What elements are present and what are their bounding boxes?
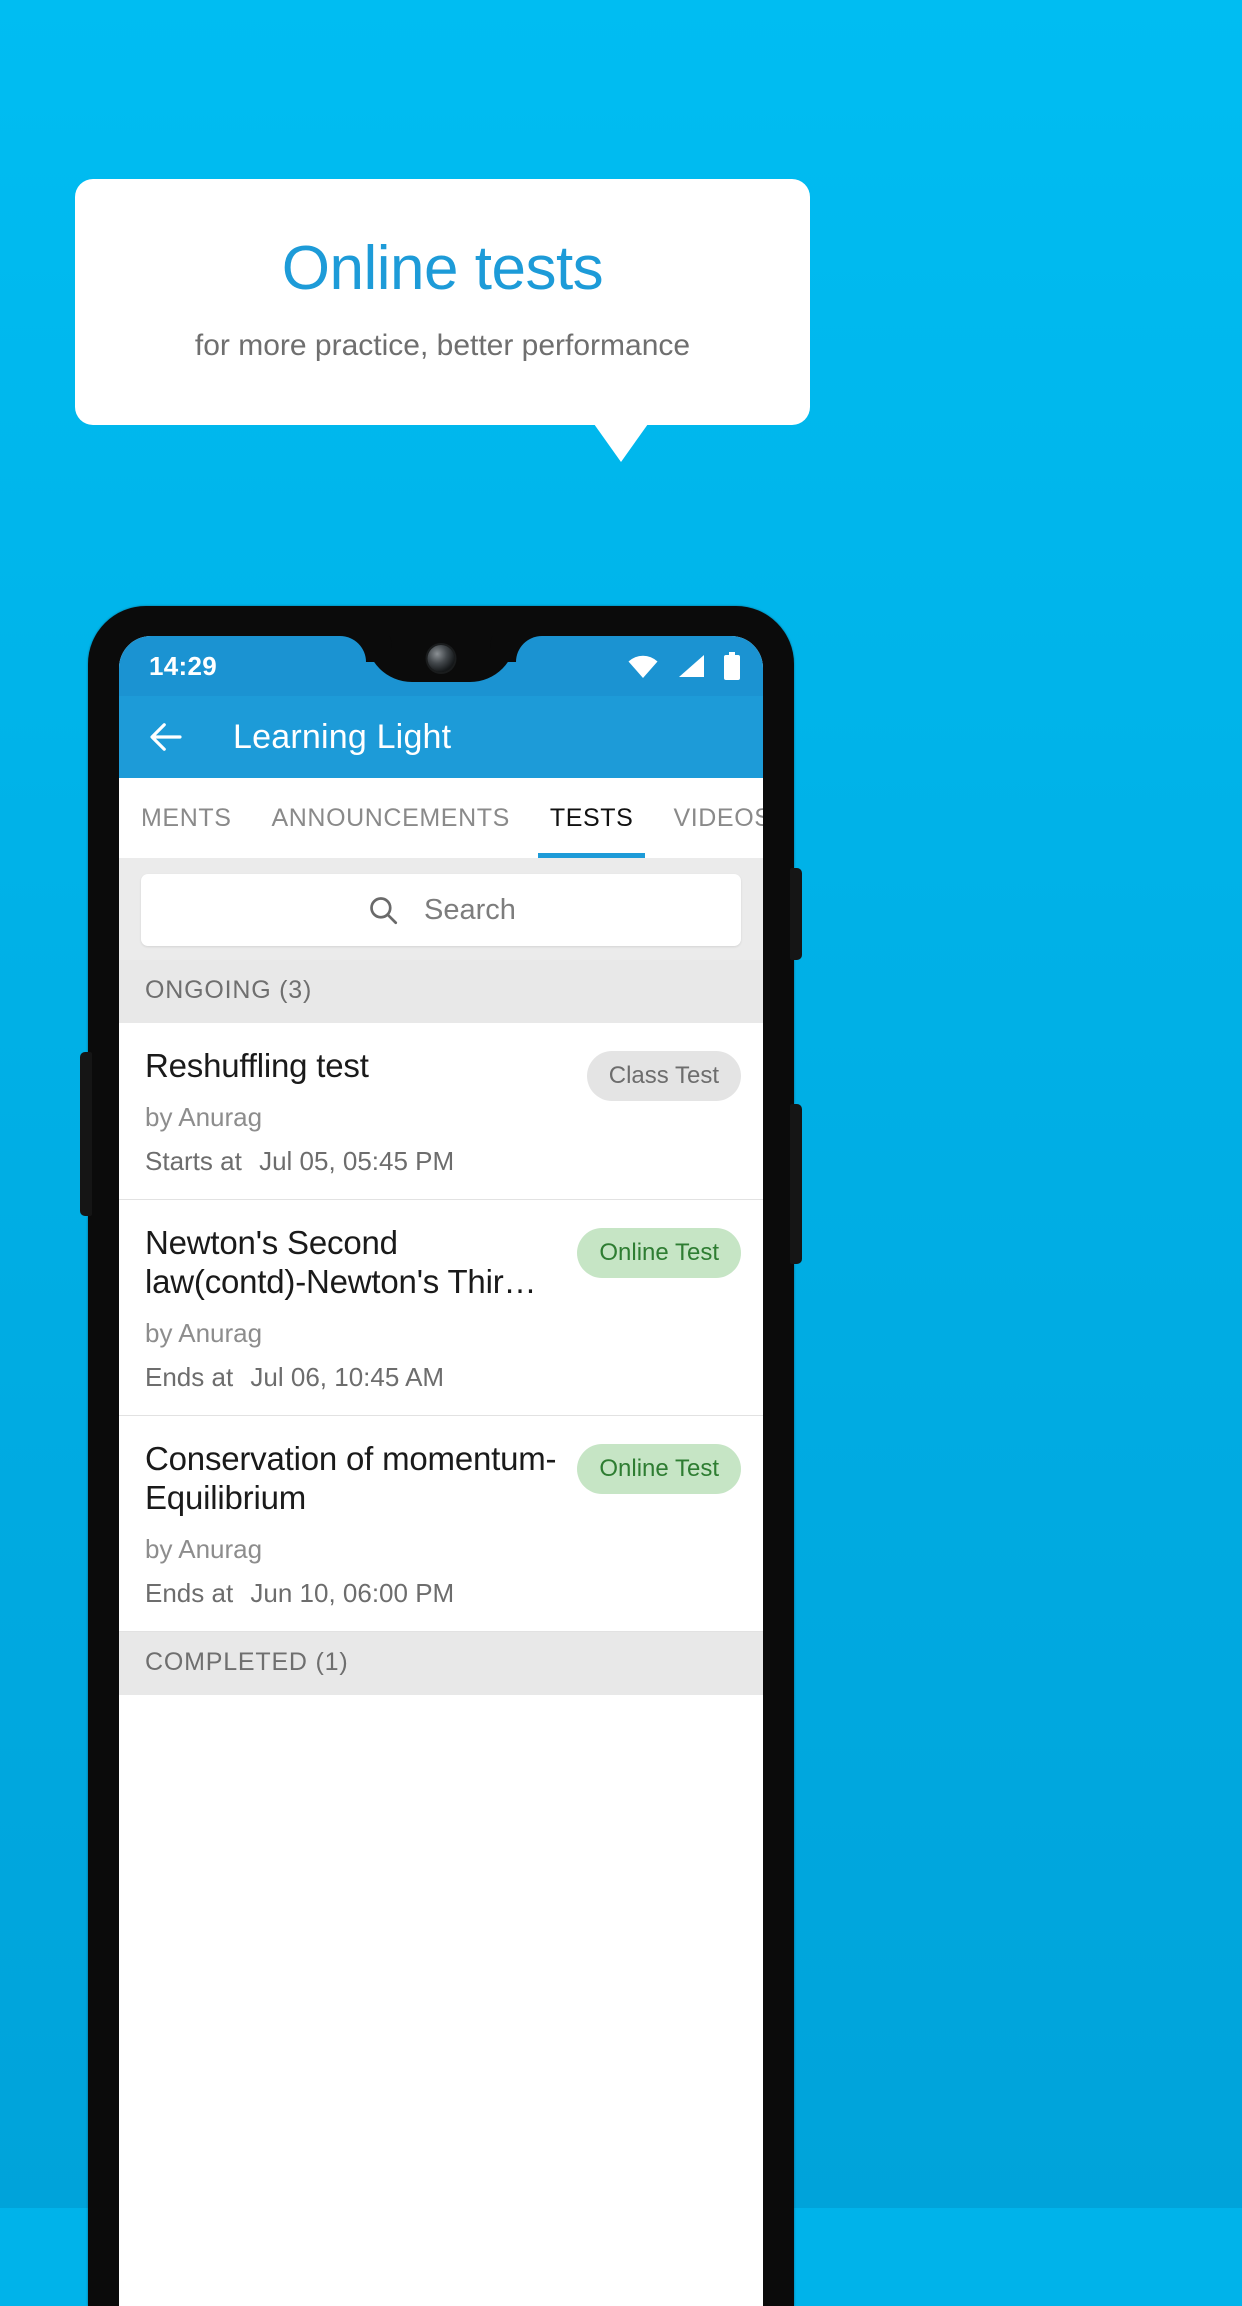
test-item-main: Reshuffling test by Anurag Starts at Jul… [145, 1047, 573, 1177]
wifi-icon [627, 653, 659, 679]
table-row[interactable]: Conservation of momentum-Equilibrium by … [119, 1415, 763, 1632]
status-badge: Class Test [586, 1051, 741, 1101]
app-bar: Learning Light [119, 696, 763, 778]
search-icon [366, 893, 400, 927]
section-header-ongoing: ONGOING (3) [119, 960, 763, 1023]
promo-title: Online tests [281, 233, 604, 303]
app-bar-title: Learning Light [233, 717, 452, 756]
status-bar: 14:29 [119, 636, 763, 696]
tab-announcements[interactable]: ANNOUNCEMENTS [252, 778, 530, 858]
phone-left-button [80, 1052, 92, 1216]
status-badge: Online Test [577, 1227, 741, 1278]
test-schedule-label: Starts at [145, 1145, 242, 1176]
status-bar-icons [627, 652, 741, 680]
test-title: Newton's Second law(contd)-Newton's Thir… [145, 1223, 537, 1300]
back-arrow-icon[interactable] [145, 716, 187, 758]
test-schedule: Starts at Jul 05, 05:45 PM [145, 1146, 573, 1177]
status-badge: Online Test [577, 1443, 741, 1494]
phone-device-frame: 14:29 Learning Light MENTS ANNOUNCEMENTS… [80, 606, 802, 2306]
speech-bubble-tail [594, 424, 648, 462]
test-schedule-label: Ends at [145, 1361, 234, 1392]
test-schedule-value: Jun 10, 06:00 PM [250, 1577, 455, 1608]
test-author: by Anurag [145, 1533, 263, 1564]
tab-videos[interactable]: VIDEOS [653, 778, 763, 858]
battery-icon [723, 652, 741, 680]
search-input[interactable]: Search [141, 874, 741, 946]
test-item-main: Conservation of momentum-Equilibrium by … [145, 1440, 563, 1609]
phone-volume-button [790, 1104, 802, 1264]
status-bar-clock: 14:29 [149, 650, 217, 681]
test-title: Conservation of momentum-Equilibrium [145, 1439, 557, 1516]
tab-bar: MENTS ANNOUNCEMENTS TESTS VIDEOS [119, 778, 763, 858]
table-row[interactable]: Newton's Second law(contd)-Newton's Thir… [119, 1199, 763, 1416]
test-schedule-value: Jul 05, 05:45 PM [259, 1145, 455, 1176]
promo-speech-bubble: Online tests for more practice, better p… [75, 179, 810, 425]
table-row[interactable]: Reshuffling test by Anurag Starts at Jul… [119, 1023, 763, 1200]
phone-screen: 14:29 Learning Light MENTS ANNOUNCEMENTS… [119, 636, 763, 2306]
promo-subtitle: for more practice, better performance [194, 329, 691, 363]
test-item-main: Newton's Second law(contd)-Newton's Thir… [145, 1224, 563, 1393]
test-author: by Anurag [145, 1101, 263, 1132]
test-schedule-value: Jul 06, 10:45 AM [250, 1361, 445, 1392]
test-title: Reshuffling test [145, 1047, 369, 1084]
search-placeholder: Search [424, 893, 516, 926]
test-schedule: Ends at Jul 06, 10:45 AM [145, 1362, 563, 1393]
section-header-completed: COMPLETED (1) [119, 1631, 763, 1695]
phone-power-button [790, 868, 802, 960]
front-camera-icon [427, 645, 455, 672]
test-schedule: Ends at Jun 10, 06:00 PM [145, 1578, 563, 1609]
tab-tests[interactable]: TESTS [530, 778, 654, 858]
test-author: by Anurag [145, 1317, 263, 1348]
tab-ments[interactable]: MENTS [119, 778, 252, 858]
search-zone: Search [119, 858, 763, 960]
test-schedule-label: Ends at [145, 1577, 234, 1608]
signal-icon [676, 653, 706, 679]
